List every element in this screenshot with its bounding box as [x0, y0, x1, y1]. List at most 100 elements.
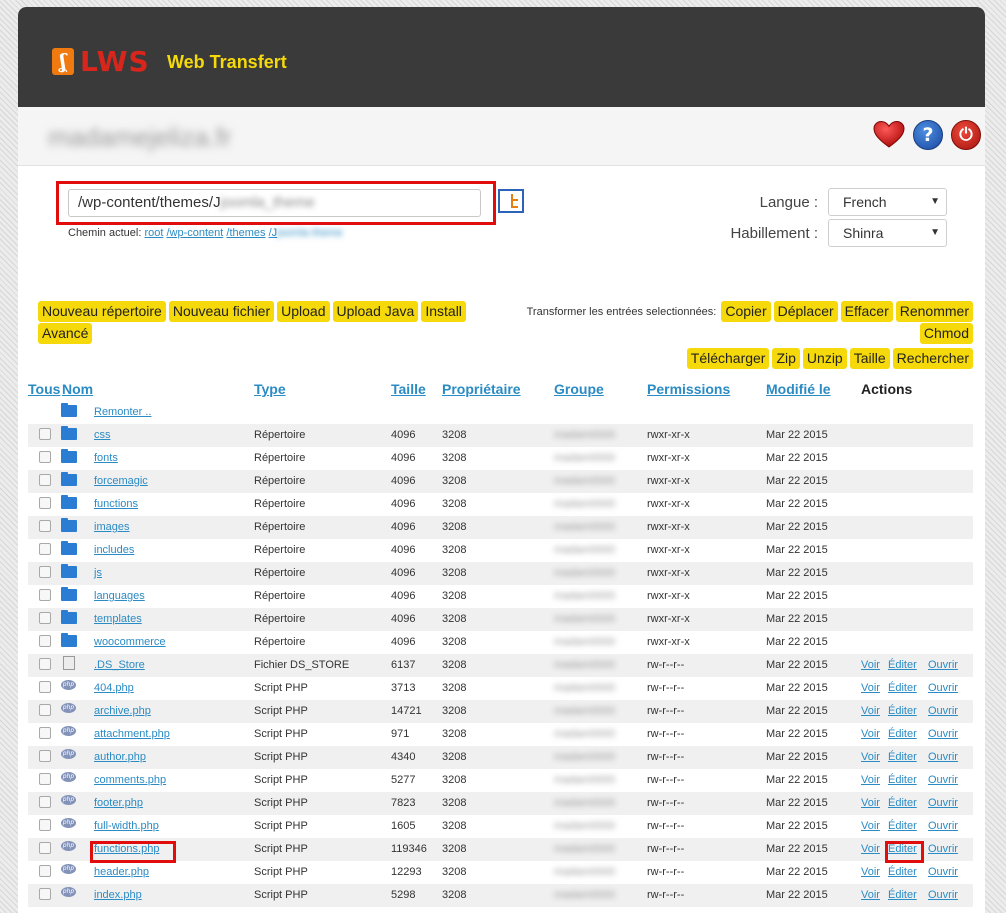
sort-modified[interactable]: Modifié le — [766, 381, 831, 397]
sort-type[interactable]: Type — [254, 381, 286, 397]
row-checkbox[interactable] — [39, 658, 51, 670]
file-name-link[interactable]: header.php — [94, 866, 149, 878]
view-action-link[interactable]: Voir — [861, 705, 880, 717]
row-checkbox[interactable] — [39, 543, 51, 555]
row-checkbox[interactable] — [39, 566, 51, 578]
row-checkbox[interactable] — [39, 865, 51, 877]
edit-action-link[interactable]: Éditer — [888, 728, 917, 740]
advanced-button[interactable]: Avancé — [38, 323, 93, 344]
edit-action-link[interactable]: Éditer — [888, 866, 917, 878]
file-name-link[interactable]: index.php — [94, 889, 142, 901]
row-checkbox[interactable] — [39, 819, 51, 831]
path-input[interactable]: /wp-content/themes/Jjoomla_theme — [68, 189, 481, 217]
sort-group[interactable]: Groupe — [554, 381, 604, 397]
move-button[interactable]: Déplacer — [773, 301, 838, 322]
view-action-link[interactable]: Voir — [861, 728, 880, 740]
row-checkbox[interactable] — [39, 474, 51, 486]
breadcrumb-wp-content[interactable]: /wp-content — [166, 227, 223, 239]
row-checkbox[interactable] — [39, 796, 51, 808]
file-name-link[interactable]: images — [94, 521, 129, 533]
edit-action-link[interactable]: Éditer — [888, 889, 917, 901]
download-button[interactable]: Télécharger — [686, 348, 770, 369]
parent-directory-link[interactable]: Remonter .. — [94, 406, 151, 418]
row-checkbox[interactable] — [39, 727, 51, 739]
file-name-link[interactable]: 404.php — [94, 682, 134, 694]
breadcrumb-root[interactable]: root — [144, 227, 163, 239]
size-button[interactable]: Taille — [849, 348, 890, 369]
view-action-link[interactable]: Voir — [861, 682, 880, 694]
open-action-link[interactable]: Ouvrir — [928, 751, 958, 763]
file-name-link[interactable]: includes — [94, 544, 134, 556]
file-name-link[interactable]: author.php — [94, 751, 146, 763]
skin-select[interactable]: Shinra ▼ — [828, 219, 947, 247]
row-checkbox[interactable] — [39, 681, 51, 693]
row-checkbox[interactable] — [39, 773, 51, 785]
power-logout-icon[interactable]: ⏻ — [951, 120, 981, 150]
open-action-link[interactable]: Ouvrir — [928, 866, 958, 878]
open-action-link[interactable]: Ouvrir — [928, 705, 958, 717]
view-action-link[interactable]: Voir — [861, 820, 880, 832]
delete-button[interactable]: Effacer — [840, 301, 893, 322]
file-name-link[interactable]: comments.php — [94, 774, 166, 786]
sort-size[interactable]: Taille — [391, 381, 426, 397]
open-action-link[interactable]: Ouvrir — [928, 843, 958, 855]
language-select[interactable]: French ▼ — [828, 188, 947, 216]
file-name-link[interactable]: fonts — [94, 452, 118, 464]
file-name-link[interactable]: js — [94, 567, 102, 579]
edit-action-link[interactable]: Éditer — [888, 774, 917, 786]
help-icon[interactable]: ? — [913, 120, 943, 150]
upload-button[interactable]: Upload — [277, 301, 330, 322]
breadcrumb-theme[interactable]: /J — [269, 227, 278, 239]
open-action-link[interactable]: Ouvrir — [928, 728, 958, 740]
row-checkbox[interactable] — [39, 888, 51, 900]
unzip-button[interactable]: Unzip — [802, 348, 847, 369]
open-action-link[interactable]: Ouvrir — [928, 820, 958, 832]
select-all-link[interactable]: Tous — [28, 381, 60, 397]
row-checkbox[interactable] — [39, 520, 51, 532]
open-action-link[interactable]: Ouvrir — [928, 682, 958, 694]
sort-name[interactable]: Nom — [62, 381, 93, 397]
row-checkbox[interactable] — [39, 589, 51, 601]
file-name-link[interactable]: languages — [94, 590, 145, 602]
edit-action-link[interactable]: Éditer — [888, 705, 917, 717]
edit-action-link[interactable]: Éditer — [888, 659, 917, 671]
install-button[interactable]: Install — [421, 301, 466, 322]
file-name-link[interactable]: functions — [94, 498, 138, 510]
file-name-link[interactable]: full-width.php — [94, 820, 159, 832]
sort-owner[interactable]: Propriétaire — [442, 381, 521, 397]
file-name-link[interactable]: archive.php — [94, 705, 151, 717]
row-checkbox[interactable] — [39, 842, 51, 854]
upload-java-button[interactable]: Upload Java — [332, 301, 419, 322]
new-directory-button[interactable]: Nouveau répertoire — [38, 301, 166, 322]
file-name-link[interactable]: woocommerce — [94, 636, 166, 648]
row-checkbox[interactable] — [39, 635, 51, 647]
open-action-link[interactable]: Ouvrir — [928, 774, 958, 786]
zip-button[interactable]: Zip — [772, 348, 800, 369]
file-name-link[interactable]: forcemagic — [94, 475, 148, 487]
sort-permissions[interactable]: Permissions — [647, 381, 730, 397]
view-action-link[interactable]: Voir — [861, 843, 880, 855]
view-action-link[interactable]: Voir — [861, 774, 880, 786]
file-name-link[interactable]: css — [94, 429, 111, 441]
favorite-heart-icon[interactable] — [873, 120, 905, 148]
file-name-link[interactable]: footer.php — [94, 797, 143, 809]
chmod-button[interactable]: Chmod — [919, 323, 973, 344]
row-checkbox[interactable] — [39, 750, 51, 762]
file-name-link[interactable]: attachment.php — [94, 728, 170, 740]
search-button[interactable]: Rechercher — [892, 348, 973, 369]
view-action-link[interactable]: Voir — [861, 659, 880, 671]
view-action-link[interactable]: Voir — [861, 797, 880, 809]
row-checkbox[interactable] — [39, 451, 51, 463]
row-checkbox[interactable] — [39, 612, 51, 624]
open-action-link[interactable]: Ouvrir — [928, 659, 958, 671]
view-action-link[interactable]: Voir — [861, 866, 880, 878]
open-action-link[interactable]: Ouvrir — [928, 889, 958, 901]
edit-action-link[interactable]: Éditer — [888, 797, 917, 809]
edit-action-link[interactable]: Éditer — [888, 820, 917, 832]
copy-button[interactable]: Copier — [721, 301, 771, 322]
row-checkbox[interactable] — [39, 428, 51, 440]
new-file-button[interactable]: Nouveau fichier — [168, 301, 275, 322]
rename-button[interactable]: Renommer — [895, 301, 973, 322]
directory-tree-button[interactable] — [498, 189, 524, 213]
view-action-link[interactable]: Voir — [861, 751, 880, 763]
